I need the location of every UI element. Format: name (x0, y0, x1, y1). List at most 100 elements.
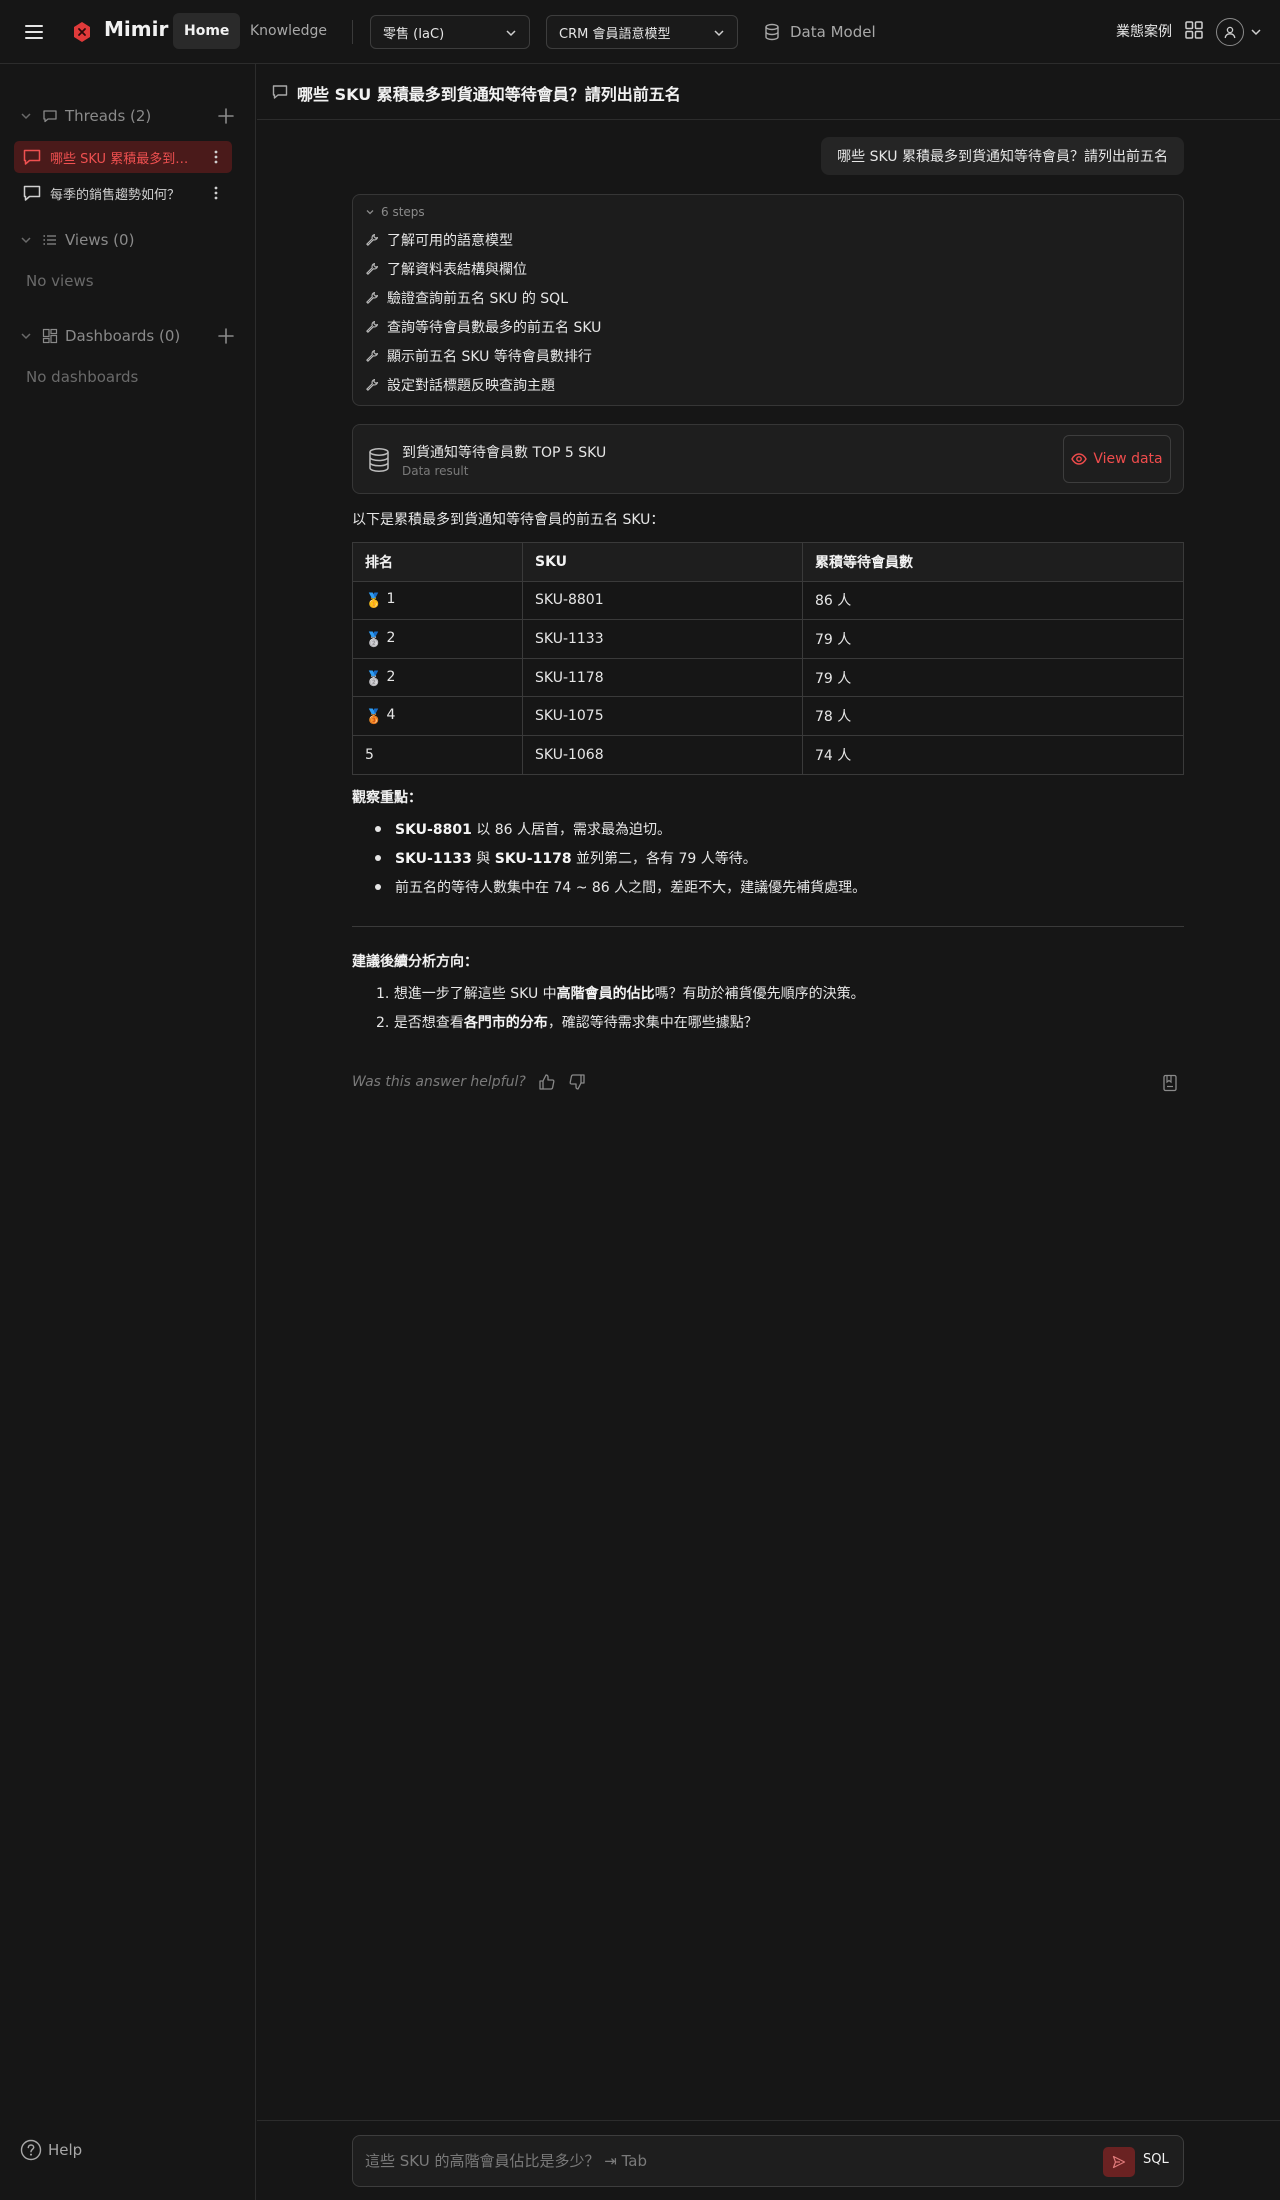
observation-item: SKU-8801 以 86 人居首，需求最為迫切。 (374, 819, 671, 839)
wrench-icon (366, 233, 379, 246)
sku-cell: SKU-1178 (522, 657, 803, 698)
wrench-icon (366, 262, 379, 275)
feedback-prompt: Was this answer helpful? (352, 1074, 526, 1090)
composer-divider (257, 2120, 1280, 2121)
observation-item: SKU-1133 與 SKU-1178 並列第二，各有 79 人等待。 (375, 848, 757, 868)
sku-cell: SKU-1075 (522, 696, 803, 736)
step-item: 了解可用的語意模型 (365, 229, 513, 251)
count-cell: 79 人 (802, 657, 1184, 698)
thumbs-up-icon[interactable] (538, 1073, 556, 1091)
sku-cell: SKU-1133 (522, 619, 803, 659)
chat-bubble-icon (23, 185, 41, 201)
steps-count: 6 steps (381, 205, 425, 219)
table-header-row: 排名 SKU 累積等待會員數 (352, 542, 1184, 582)
list-number: 1. (376, 986, 390, 1002)
count-cell: 78 人 (802, 696, 1184, 736)
app-name: Mimir (104, 17, 169, 41)
rank-cell: 5 (352, 734, 523, 775)
view-data-button[interactable]: View data (1063, 435, 1171, 483)
use-cases-link[interactable]: 業態案例 (1116, 21, 1172, 41)
chat-bubble-icon (43, 110, 57, 123)
user-question-bubble: 哪些 SKU 累積最多到貨通知等待會員？請列出前五名 (821, 137, 1184, 175)
data-model-link[interactable]: Data Model (764, 20, 876, 44)
table-row: 🥈 2 SKU-1178 79 人 (352, 657, 1184, 698)
step-label: 了解資料表結構與欄位 (387, 262, 527, 278)
rank-cell: 🥈 2 (352, 619, 523, 659)
project-select-value: 零售 (IaC) (383, 26, 445, 42)
add-thread-icon[interactable] (216, 106, 236, 126)
user-menu-button[interactable] (1216, 17, 1264, 47)
question-input[interactable] (365, 2146, 985, 2176)
step-item: 顯示前五名 SKU 等待會員數排行 (365, 345, 592, 367)
model-select[interactable]: CRM 會員語意模型 (546, 15, 738, 49)
step-label: 查詢等待會員數最多的前五名 SKU (387, 320, 602, 336)
tab-home[interactable]: Home (173, 13, 241, 49)
rank-value: 4 (386, 707, 396, 724)
bold-sku: SKU-1133 (395, 851, 472, 867)
step-label: 顯示前五名 SKU 等待會員數排行 (387, 349, 592, 365)
suggestion-highlight: 各門市的分布 (463, 1015, 548, 1031)
thumbs-down-icon[interactable] (568, 1073, 586, 1091)
rank-value: 5 (365, 746, 374, 763)
user-question-text: 哪些 SKU 累積最多到貨通知等待會員？請列出前五名 (837, 149, 1168, 165)
sql-toggle[interactable]: SQL (1143, 2152, 1169, 2167)
chevron-down-icon (21, 237, 31, 244)
user-icon (1224, 26, 1236, 39)
tab-home-label: Home (184, 23, 230, 39)
dashboards-section-header[interactable]: Dashboards (0) (20, 324, 236, 348)
wrench-icon (366, 349, 379, 362)
suggestion-text: ，確認等待需求集中在哪些據點？ (547, 1015, 758, 1031)
observation-text: 前五名的等待人數集中在 74 ~ 86 人之間，差距不大，建議優先補貨處理。 (395, 880, 867, 896)
help-button[interactable]: Help (20, 2139, 82, 2161)
divider (352, 926, 1184, 927)
send-button[interactable] (1103, 2147, 1135, 2177)
bronze-medal-icon: 🥉 (365, 709, 383, 726)
feedback-row: Was this answer helpful? (352, 1073, 586, 1091)
reasoning-steps: 6 steps 了解可用的語意模型 了解資料表結構與欄位 驗證查詢前五名 SKU… (352, 194, 1184, 406)
silver-medal-icon: 🥈 (365, 670, 383, 687)
page-title: 哪些 SKU 累積最多到貨通知等待會員？請列出前五名 (297, 85, 681, 104)
observation-text: 以 86 人居首，需求最為迫切。 (471, 822, 672, 838)
suggestion-text: 是否想查看 (393, 1015, 464, 1031)
dashboards-empty-text: No dashboards (26, 368, 139, 386)
help-icon (20, 2139, 42, 2161)
table-row: 5 SKU-1068 74 人 (352, 734, 1184, 775)
wrench-icon (366, 291, 379, 304)
sku-cell: SKU-1068 (522, 734, 803, 775)
chevron-down-icon (506, 30, 516, 37)
rank-cell: 🥇 1 (352, 580, 523, 621)
column-header: 排名 (352, 542, 523, 582)
more-options-icon[interactable] (208, 185, 224, 201)
suggestion-highlight: 高階會員的佔比 (556, 986, 655, 1002)
save-to-notebook-icon[interactable] (1162, 1074, 1178, 1092)
thread-item-active[interactable]: 哪些 SKU 累積最多到貨通知等待會員？請列出前五名 (14, 141, 232, 173)
threads-section-header[interactable]: Threads (2) (20, 104, 236, 128)
observations-heading: 觀察重點： (352, 790, 422, 806)
answer-intro: 以下是累積最多到貨通知等待會員的前五名 SKU： (352, 512, 665, 528)
more-options-icon[interactable] (208, 149, 224, 165)
project-select[interactable]: 零售 (IaC) (370, 15, 530, 49)
views-empty-text: No views (26, 272, 94, 290)
thread-item[interactable]: 每季的銷售趨勢如何？ (14, 177, 232, 209)
table-row: 🥇 1 SKU-8801 86 人 (352, 580, 1184, 621)
add-dashboard-icon[interactable] (216, 326, 236, 346)
tab-knowledge[interactable]: Knowledge (239, 13, 338, 49)
step-item: 查詢等待會員數最多的前五名 SKU (365, 316, 601, 338)
database-icon (369, 448, 389, 472)
apps-grid-icon[interactable] (1184, 20, 1204, 40)
help-label: Help (48, 2141, 83, 2159)
menu-icon[interactable] (22, 20, 46, 44)
steps-toggle[interactable]: 6 steps (365, 205, 425, 219)
dashboards-title: Dashboards (0) (65, 327, 181, 345)
step-item: 設定對話標題反映查詢主題 (365, 374, 555, 396)
avatar (1216, 18, 1244, 46)
rank-value: 2 (386, 629, 396, 646)
chat-bubble-icon (272, 85, 288, 99)
tab-knowledge-label: Knowledge (250, 23, 327, 39)
observation-text: 與 (471, 851, 495, 867)
wrench-icon (366, 378, 379, 391)
step-label: 設定對話標題反映查詢主題 (387, 378, 555, 394)
wrench-icon (366, 320, 379, 333)
count-cell: 74 人 (802, 734, 1184, 775)
views-section-header[interactable]: Views (0) (20, 228, 236, 252)
